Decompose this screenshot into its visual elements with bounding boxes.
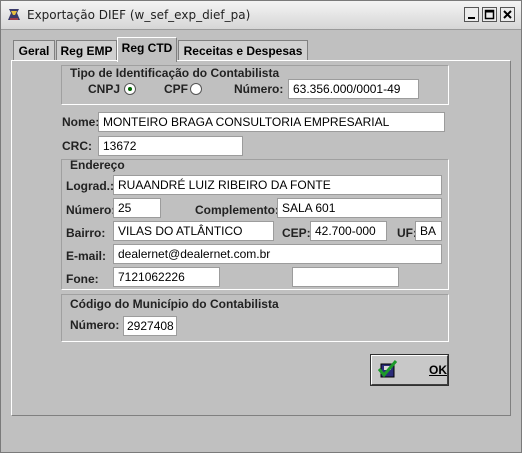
maximize-icon — [484, 9, 495, 20]
close-icon — [503, 10, 512, 19]
municipio-numero-field[interactable]: 2927408 — [123, 316, 177, 336]
fone2-field[interactable] — [292, 267, 399, 287]
nome-label: Nome: — [62, 115, 100, 129]
minimize-icon — [468, 17, 475, 19]
tipo-identificacao-title: Tipo de Identificação do Contabilista — [70, 66, 280, 80]
numero-id-label: Número: — [234, 82, 284, 96]
ok-label: OK — [429, 363, 447, 377]
tab-reg-ctd[interactable]: Reg CTD — [117, 37, 177, 62]
cpf-label: CPF — [164, 82, 188, 96]
window-title: Exportação DIEF (w_sef_exp_dief_pa) — [27, 8, 251, 22]
app-icon — [8, 9, 20, 20]
numero-id-field[interactable]: 63.356.000/0001-49 — [288, 79, 419, 99]
crc-field[interactable]: 13672 — [98, 136, 243, 156]
close-button[interactable] — [500, 7, 515, 22]
cnpj-label: CNPJ — [88, 82, 121, 96]
cnpj-radio[interactable] — [124, 83, 136, 95]
cep-field[interactable]: 42.700-000 — [310, 221, 387, 241]
title-bar: Exportação DIEF (w_sef_exp_dief_pa) — [1, 1, 521, 30]
dialog-window: Exportação DIEF (w_sef_exp_dief_pa) Gera… — [0, 0, 522, 453]
lograd-label: Lograd.: — [66, 179, 114, 193]
cpf-radio[interactable] — [190, 83, 202, 95]
check-icon — [377, 360, 398, 378]
email-field[interactable]: dealernet@dealernet.com.br — [113, 244, 442, 264]
numero-field[interactable]: 25 — [113, 198, 161, 218]
uf-field[interactable]: BA — [415, 221, 442, 241]
tab-receitas-despesas[interactable]: Receitas e Despesas — [178, 40, 308, 62]
lograd-field[interactable]: RUAANDRÉ LUIZ RIBEIRO DA FONTE — [113, 175, 442, 195]
ok-button[interactable]: OK — [370, 354, 449, 386]
minimize-button[interactable] — [464, 7, 479, 22]
nome-field[interactable]: MONTEIRO BRAGA CONSULTORIA EMPRESARIAL — [98, 112, 445, 132]
bairro-label: Bairro: — [66, 226, 106, 240]
email-label: E-mail: — [66, 249, 107, 263]
numero-label: Número: — [66, 203, 116, 217]
crc-label: CRC: — [62, 139, 92, 153]
tab-geral[interactable]: Geral — [13, 40, 55, 62]
municipio-title: Código do Município do Contabilista — [70, 297, 279, 311]
municipio-numero-label: Número: — [70, 318, 120, 332]
fone-field[interactable]: 7121062226 — [113, 267, 220, 287]
complemento-label: Complemento: — [195, 203, 279, 217]
complemento-field[interactable]: SALA 601 — [277, 198, 442, 218]
bairro-field[interactable]: VILAS DO ATLÂNTICO — [113, 221, 274, 241]
uf-label: UF: — [397, 226, 417, 240]
endereco-title: Endereço — [70, 158, 125, 172]
fone-label: Fone: — [66, 272, 99, 286]
cep-label: CEP: — [282, 226, 311, 240]
maximize-button[interactable] — [482, 7, 497, 22]
tab-reg-emp[interactable]: Reg EMP — [56, 40, 117, 62]
